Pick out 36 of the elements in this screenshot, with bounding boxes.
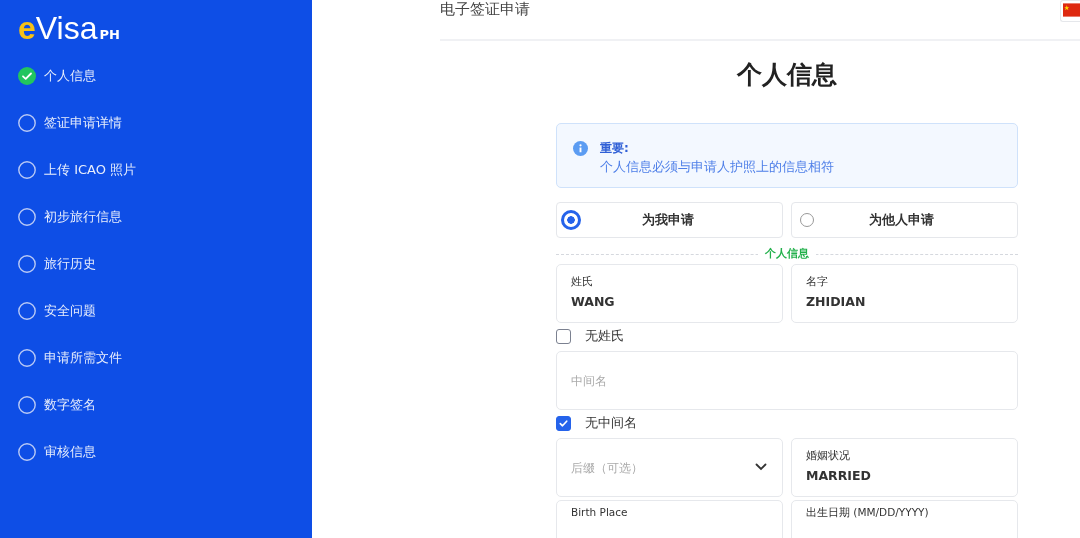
logo-text: Visa — [35, 12, 98, 44]
step-link[interactable]: 旅行历史 — [44, 255, 96, 273]
field-label: 姓氏 — [571, 275, 593, 289]
check-icon — [558, 417, 569, 429]
field-label: 婚姻状况 — [806, 449, 850, 463]
dropdown-field[interactable]: 后缀（可选） — [556, 438, 783, 497]
checkbox-label: 无姓氏 — [585, 327, 624, 345]
logo-text: e — [18, 12, 36, 44]
applicant-option[interactable]: 为他人申请 — [791, 202, 1018, 238]
field-label: 名字 — [806, 275, 828, 289]
field-label: 出生日期 (MM/DD/YYYY) — [806, 506, 929, 520]
step-link[interactable]: 数字签名 — [44, 396, 96, 414]
flag-icon — [1063, 3, 1080, 17]
step-link[interactable]: 个人信息 — [44, 67, 96, 85]
page-header-title: 电子签证申请 — [440, 0, 530, 18]
info-icon — [573, 141, 588, 156]
logo-text: PH — [99, 27, 120, 42]
radio-button[interactable] — [561, 210, 581, 230]
step-link[interactable]: 审核信息 — [44, 443, 96, 461]
field-label: Birth Place — [571, 506, 628, 518]
notice-heading: 重要: — [600, 140, 630, 157]
input-field[interactable]: 中间名 — [556, 351, 1018, 410]
checkbox[interactable] — [556, 415, 571, 431]
checkbox-label: 无中间名 — [585, 414, 637, 432]
step-link[interactable]: 初步旅行信息 — [44, 208, 122, 226]
step-link[interactable]: 上传 ICAO 照片 — [44, 161, 137, 179]
language-button[interactable] — [1060, 0, 1080, 22]
step-link[interactable]: 申请所需文件 — [44, 349, 122, 367]
page-title: 个人信息 — [735, 59, 838, 91]
checkbox[interactable] — [556, 328, 571, 344]
applicant-option[interactable]: 为我申请 — [556, 202, 783, 238]
step-link[interactable]: 安全问题 — [44, 302, 96, 320]
section-label: 个人信息 — [758, 247, 816, 261]
chevron-down-icon — [755, 463, 767, 471]
notice-text: 个人信息必须与申请人护照上的信息相符 — [600, 159, 834, 176]
step-link[interactable]: 签证申请详情 — [44, 114, 122, 132]
